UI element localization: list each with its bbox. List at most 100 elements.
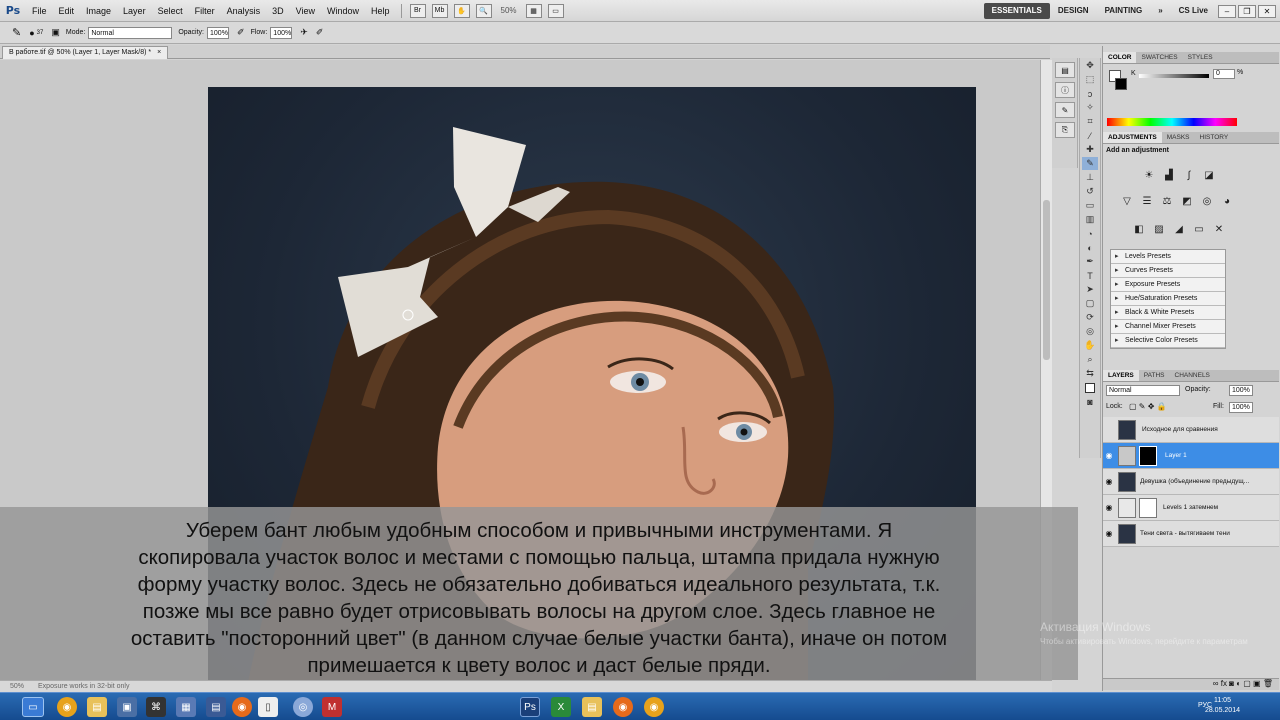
type-tool-icon[interactable]: T bbox=[1082, 269, 1098, 282]
screen-mode-icon[interactable]: ▭ bbox=[547, 3, 564, 18]
tab-masks[interactable]: MASKS bbox=[1162, 132, 1195, 143]
menu-3d[interactable]: 3D bbox=[266, 0, 290, 22]
layer-mask-thumbnail[interactable] bbox=[1139, 497, 1157, 518]
menu-image[interactable]: Image bbox=[80, 0, 117, 22]
quick-select-tool-icon[interactable]: ✧ bbox=[1082, 101, 1098, 114]
swap-colors-icon[interactable]: ⇆ bbox=[1082, 367, 1098, 380]
preset-selective-color[interactable]: Selective Color Presets bbox=[1111, 334, 1225, 348]
menu-select[interactable]: Select bbox=[152, 0, 189, 22]
visibility-icon[interactable]: ◉ bbox=[1103, 503, 1115, 512]
invert-icon[interactable]: ◧ bbox=[1132, 222, 1146, 236]
vibrance-icon[interactable]: ▽ bbox=[1120, 194, 1134, 208]
opacity-field[interactable]: 100% bbox=[207, 26, 230, 39]
preset-levels[interactable]: Levels Presets bbox=[1111, 250, 1225, 264]
tab-swatches[interactable]: SWATCHES bbox=[1136, 52, 1182, 63]
eyedropper-tool-icon[interactable]: ⁄ bbox=[1082, 129, 1098, 142]
tab-channels[interactable]: CHANNELS bbox=[1170, 370, 1215, 381]
info-panel-icon[interactable]: ⓘ bbox=[1055, 82, 1075, 98]
histogram-panel-icon[interactable]: ▤ bbox=[1055, 62, 1075, 78]
restore-icon[interactable]: ❐ bbox=[1238, 4, 1256, 18]
tab-adjustments[interactable]: ADJUSTMENTS bbox=[1103, 132, 1162, 143]
clone-stamp-tool-icon[interactable]: ⊥ bbox=[1082, 171, 1098, 184]
menu-window[interactable]: Window bbox=[321, 0, 365, 22]
flow-field[interactable]: 100% bbox=[270, 26, 293, 39]
document-close-icon[interactable]: × bbox=[157, 47, 161, 59]
3d-rotate-tool-icon[interactable]: ⟳ bbox=[1082, 311, 1098, 324]
preset-channel-mixer[interactable]: Channel Mixer Presets bbox=[1111, 320, 1225, 334]
hue-saturation-icon[interactable]: ☰ bbox=[1140, 194, 1154, 208]
document-tab[interactable]: В работе.tif @ 50% (Layer 1, Layer Mask/… bbox=[2, 46, 169, 59]
status-info[interactable]: Exposure works in 32-bit only bbox=[38, 683, 129, 690]
preset-exposure[interactable]: Exposure Presets bbox=[1111, 278, 1225, 292]
brush-panel-icon[interactable]: ✎ bbox=[1055, 102, 1075, 118]
layer-row[interactable]: ◉ Levels 1 затемнем bbox=[1103, 495, 1279, 521]
chrome-icon[interactable]: ◉ bbox=[57, 697, 77, 717]
k-value[interactable]: 0 bbox=[1213, 69, 1235, 79]
explorer-icon[interactable]: ▤ bbox=[87, 697, 107, 717]
layer-row[interactable]: ◉ Тени света - вытягиваем тени bbox=[1103, 521, 1279, 547]
firefox-icon[interactable]: ◉ bbox=[232, 697, 252, 717]
dodge-tool-icon[interactable]: ◐ bbox=[1082, 241, 1098, 254]
preset-curves[interactable]: Curves Presets bbox=[1111, 264, 1225, 278]
hand-tool-icon[interactable]: ✋ bbox=[453, 3, 470, 18]
gradient-tool-icon[interactable]: ▥ bbox=[1082, 213, 1098, 226]
program-icon[interactable]: M bbox=[322, 697, 342, 717]
program-icon[interactable]: ▣ bbox=[117, 697, 137, 717]
minimize-icon[interactable]: – bbox=[1218, 4, 1236, 18]
menu-view[interactable]: View bbox=[290, 0, 321, 22]
curves-icon[interactable]: ∫ bbox=[1182, 168, 1196, 182]
menu-filter[interactable]: Filter bbox=[189, 0, 221, 22]
clone-source-icon[interactable]: ⎘ bbox=[1055, 122, 1075, 138]
pressure-size-icon[interactable]: ✐ bbox=[316, 27, 324, 38]
close-icon[interactable]: ✕ bbox=[1258, 4, 1276, 18]
arrange-documents-icon[interactable]: ▦ bbox=[525, 3, 542, 18]
blur-tool-icon[interactable]: ◔ bbox=[1082, 227, 1098, 240]
3d-orbit-tool-icon[interactable]: ◎ bbox=[1082, 325, 1098, 338]
firefox-task-icon[interactable]: ◉ bbox=[613, 697, 633, 717]
cs-live-button[interactable]: CS Live bbox=[1171, 3, 1216, 19]
tab-color[interactable]: COLOR bbox=[1103, 52, 1137, 63]
zoom-level[interactable]: 50% bbox=[501, 6, 517, 15]
zoom-tool-icon[interactable]: ⌕ bbox=[1082, 353, 1098, 366]
zoom-tool-icon[interactable]: 🔍 bbox=[475, 3, 492, 18]
chrome-task-icon[interactable]: ◉ bbox=[644, 697, 664, 717]
program-icon[interactable]: ⌘ bbox=[146, 697, 166, 717]
exposure-icon[interactable]: ◪ bbox=[1202, 168, 1216, 182]
status-zoom[interactable]: 50% bbox=[10, 683, 24, 690]
menu-file[interactable]: File bbox=[26, 0, 53, 22]
gradient-map-icon[interactable]: ▭ bbox=[1192, 222, 1206, 236]
visibility-icon[interactable]: ◉ bbox=[1103, 477, 1115, 486]
color-spectrum[interactable] bbox=[1107, 118, 1237, 126]
menu-edit[interactable]: Edit bbox=[53, 0, 81, 22]
brush-preset-picker[interactable]: ● bbox=[29, 28, 34, 38]
scrollbar-thumb[interactable] bbox=[1043, 200, 1050, 360]
brush-panel-icon[interactable]: ▣ bbox=[51, 27, 60, 38]
brush-tool-icon[interactable]: ✎ bbox=[12, 26, 21, 39]
workspace-design[interactable]: DESIGN bbox=[1050, 3, 1097, 19]
history-brush-tool-icon[interactable]: ↺ bbox=[1082, 185, 1098, 198]
excel-task-icon[interactable]: X bbox=[551, 697, 571, 717]
visibility-icon[interactable]: ◉ bbox=[1103, 451, 1115, 460]
eraser-tool-icon[interactable]: ▭ bbox=[1082, 199, 1098, 212]
visibility-icon[interactable]: ◉ bbox=[1103, 529, 1115, 538]
tab-history[interactable]: HISTORY bbox=[1195, 132, 1234, 143]
layer-row-selected[interactable]: ◉ Layer 1 bbox=[1103, 443, 1279, 469]
brush-tool-icon[interactable]: ✎ bbox=[1082, 157, 1098, 170]
photoshop-task-icon[interactable]: Ps bbox=[520, 697, 540, 717]
workspace-essentials[interactable]: ESSENTIALS bbox=[983, 3, 1050, 19]
levels-icon[interactable]: ▟ bbox=[1162, 168, 1176, 182]
menu-help[interactable]: Help bbox=[365, 0, 396, 22]
k-slider[interactable] bbox=[1139, 74, 1209, 78]
path-selection-tool-icon[interactable]: ➤ bbox=[1082, 283, 1098, 296]
color-balance-icon[interactable]: ⚖ bbox=[1160, 194, 1174, 208]
threshold-icon[interactable]: ◢ bbox=[1172, 222, 1186, 236]
layer-row[interactable]: Исходное для сравнения bbox=[1103, 417, 1279, 443]
mode-select[interactable]: Normal bbox=[88, 26, 173, 39]
program-icon[interactable]: ◎ bbox=[293, 697, 313, 717]
background-color[interactable] bbox=[1115, 78, 1127, 90]
preset-black-white[interactable]: Black & White Presets bbox=[1111, 306, 1225, 320]
foreground-color-swatch[interactable] bbox=[1082, 381, 1098, 394]
crop-tool-icon[interactable]: ⌗ bbox=[1082, 115, 1098, 128]
program-icon[interactable]: ▦ bbox=[176, 697, 196, 717]
quick-mask-icon[interactable]: ◙ bbox=[1082, 395, 1098, 408]
